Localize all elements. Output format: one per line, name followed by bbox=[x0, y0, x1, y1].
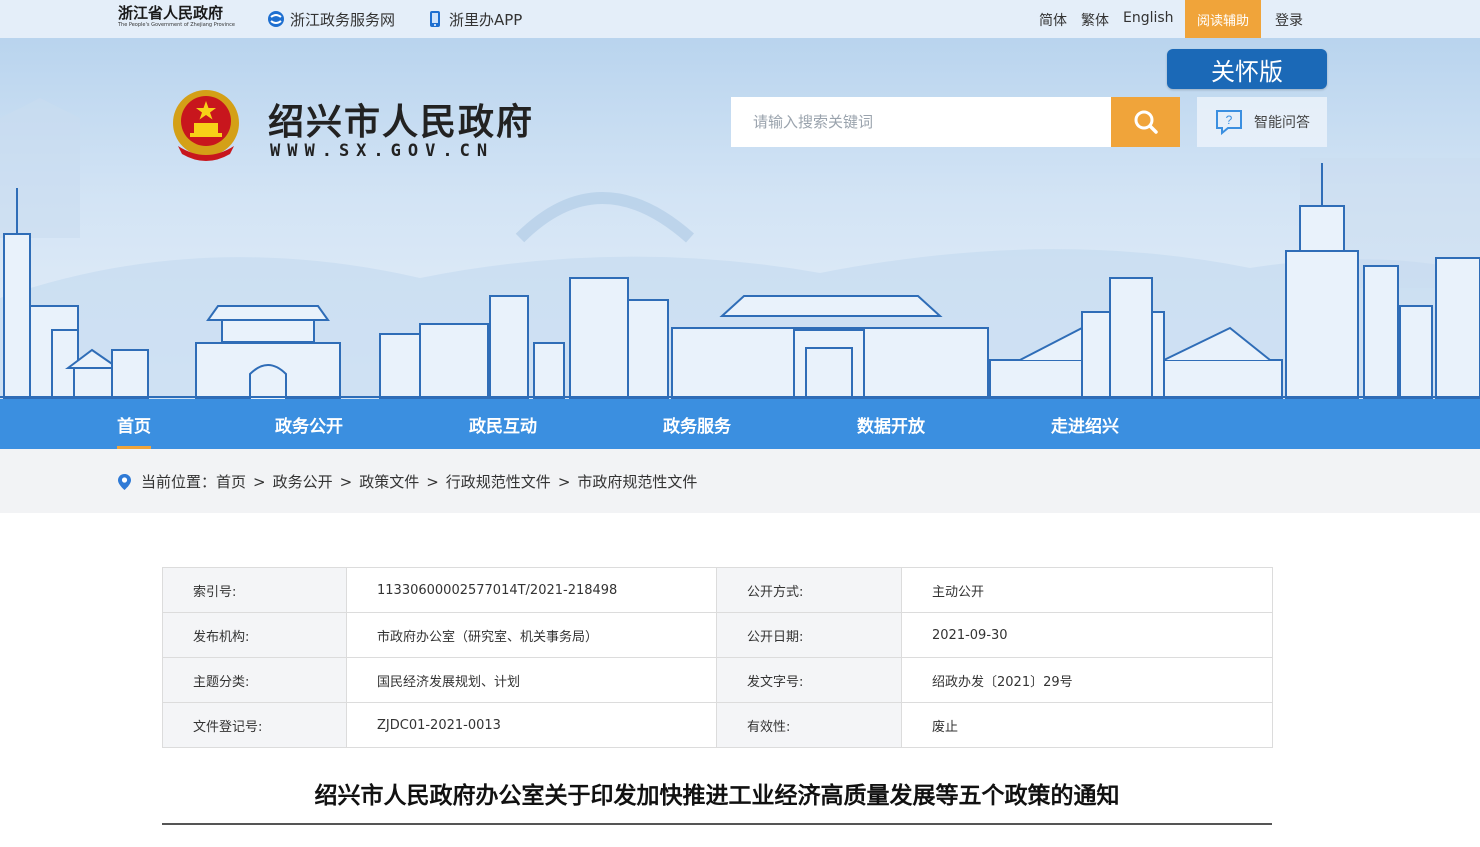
publish-date-label: 公开日期: bbox=[716, 612, 902, 658]
nav-about-shaoxing[interactable]: 走进绍兴 bbox=[1051, 399, 1119, 449]
registration-number-label: 文件登记号: bbox=[162, 702, 347, 748]
topic-category-label: 主题分类: bbox=[162, 657, 347, 703]
zheliban-app-label: 浙里办APP bbox=[449, 10, 523, 29]
document-number-label: 发文字号: bbox=[716, 657, 902, 703]
table-row: 发布机构: 市政府办公室（研究室、机关事务局） 公开日期: 2021-09-30 bbox=[162, 612, 1273, 658]
mobile-app-icon bbox=[426, 10, 444, 28]
issuing-agency-label: 发布机构: bbox=[162, 612, 347, 658]
breadcrumb-separator: > bbox=[557, 472, 571, 491]
nav-home[interactable]: 首页 bbox=[117, 399, 151, 449]
location-pin-icon bbox=[118, 473, 131, 490]
search-icon bbox=[1134, 110, 1158, 134]
breadcrumb-separator: > bbox=[339, 472, 353, 491]
search-input[interactable] bbox=[731, 97, 1111, 147]
site-url: WWW.SX.GOV.CN bbox=[270, 141, 495, 161]
document-number-value: 绍政办发〔2021〕29号 bbox=[901, 657, 1273, 703]
top-bar: 浙江省人民政府 The People's Government of Zheji… bbox=[0, 0, 1480, 38]
nav-government-affairs[interactable]: 政务公开 bbox=[275, 399, 343, 449]
breadcrumb-separator: > bbox=[253, 472, 266, 491]
service-net-icon bbox=[267, 10, 285, 28]
disclosure-method-label: 公开方式: bbox=[716, 567, 902, 613]
nav-open-data[interactable]: 数据开放 bbox=[857, 399, 925, 449]
breadcrumb-bar: 当前位置： 首页 > 政务公开 > 政策文件 > 行政规范性文件 > 市政府规范… bbox=[0, 449, 1480, 513]
zhejiang-service-net-link[interactable]: 浙江政务服务网 bbox=[267, 9, 395, 29]
zheliban-app-link[interactable]: 浙里办APP bbox=[426, 9, 522, 29]
title-divider bbox=[162, 823, 1272, 825]
registration-number-value: ZJDC01-2021-0013 bbox=[346, 702, 717, 748]
document-info-table: 索引号: 11330600002577014T/2021-218498 公开方式… bbox=[162, 567, 1273, 748]
issuing-agency-value: 市政府办公室（研究室、机关事务局） bbox=[346, 612, 717, 658]
site-title: 绍兴市人民政府 bbox=[268, 101, 535, 143]
smart-qa-label: 智能问答 bbox=[1254, 115, 1310, 131]
index-number-label: 索引号: bbox=[162, 567, 347, 613]
svg-text:?: ? bbox=[1226, 113, 1233, 127]
nav-interaction[interactable]: 政民互动 bbox=[469, 399, 537, 449]
breadcrumb-normative-documents[interactable]: 行政规范性文件 bbox=[446, 471, 551, 492]
disclosure-method-value: 主动公开 bbox=[901, 567, 1273, 613]
chat-question-icon: ? bbox=[1216, 110, 1242, 136]
province-logo-english: The People's Government of Zhejiang Prov… bbox=[118, 22, 235, 28]
table-row: 索引号: 11330600002577014T/2021-218498 公开方式… bbox=[162, 567, 1273, 613]
lang-english[interactable]: English bbox=[1123, 10, 1174, 26]
table-row: 文件登记号: ZJDC01-2021-0013 有效性: 废止 bbox=[162, 702, 1273, 748]
reading-assist-button[interactable]: 阅读辅助 bbox=[1185, 0, 1261, 38]
smart-qa-button[interactable]: ? 智能问答 bbox=[1197, 97, 1327, 147]
breadcrumb-home[interactable]: 首页 bbox=[216, 471, 246, 492]
nav-services[interactable]: 政务服务 bbox=[663, 399, 731, 449]
document-title: 绍兴市人民政府办公室关于印发加快推进工业经济高质量发展等五个政策的通知 bbox=[314, 783, 1120, 809]
breadcrumb-separator: > bbox=[426, 472, 439, 491]
lang-simplified[interactable]: 简体 bbox=[1039, 10, 1067, 30]
breadcrumb: 当前位置： 首页 > 政务公开 > 政策文件 > 行政规范性文件 > 市政府规范… bbox=[117, 471, 697, 492]
province-logo-text: 浙江省人民政府 bbox=[118, 4, 224, 22]
topic-category-value: 国民经济发展规划、计划 bbox=[346, 657, 717, 703]
validity-value: 废止 bbox=[901, 702, 1273, 748]
breadcrumb-prefix: 当前位置： bbox=[141, 473, 217, 491]
breadcrumb-municipal-normative-documents[interactable]: 市政府规范性文件 bbox=[577, 471, 697, 492]
search-button[interactable] bbox=[1111, 97, 1180, 147]
breadcrumb-policy-documents[interactable]: 政策文件 bbox=[359, 471, 419, 492]
lang-traditional[interactable]: 繁体 bbox=[1081, 10, 1109, 30]
publish-date-value: 2021-09-30 bbox=[901, 612, 1273, 658]
national-emblem-icon bbox=[173, 90, 239, 161]
province-government-logo[interactable]: 浙江省人民政府 The People's Government of Zheji… bbox=[118, 4, 238, 34]
header-banner: 绍兴市人民政府 WWW.SX.GOV.CN 关怀版 ? 智能问答 bbox=[0, 38, 1480, 399]
main-nav: 首页 政务公开 政民互动 政务服务 数据开放 走进绍兴 bbox=[0, 399, 1480, 449]
login-link[interactable]: 登录 bbox=[1275, 10, 1303, 30]
validity-label: 有效性: bbox=[716, 702, 902, 748]
breadcrumb-government-affairs[interactable]: 政务公开 bbox=[273, 471, 333, 492]
table-row: 主题分类: 国民经济发展规划、计划 发文字号: 绍政办发〔2021〕29号 bbox=[162, 657, 1273, 703]
service-net-label: 浙江政务服务网 bbox=[290, 10, 396, 29]
index-number-value: 11330600002577014T/2021-218498 bbox=[346, 567, 717, 613]
care-version-button[interactable]: 关怀版 bbox=[1167, 49, 1327, 89]
